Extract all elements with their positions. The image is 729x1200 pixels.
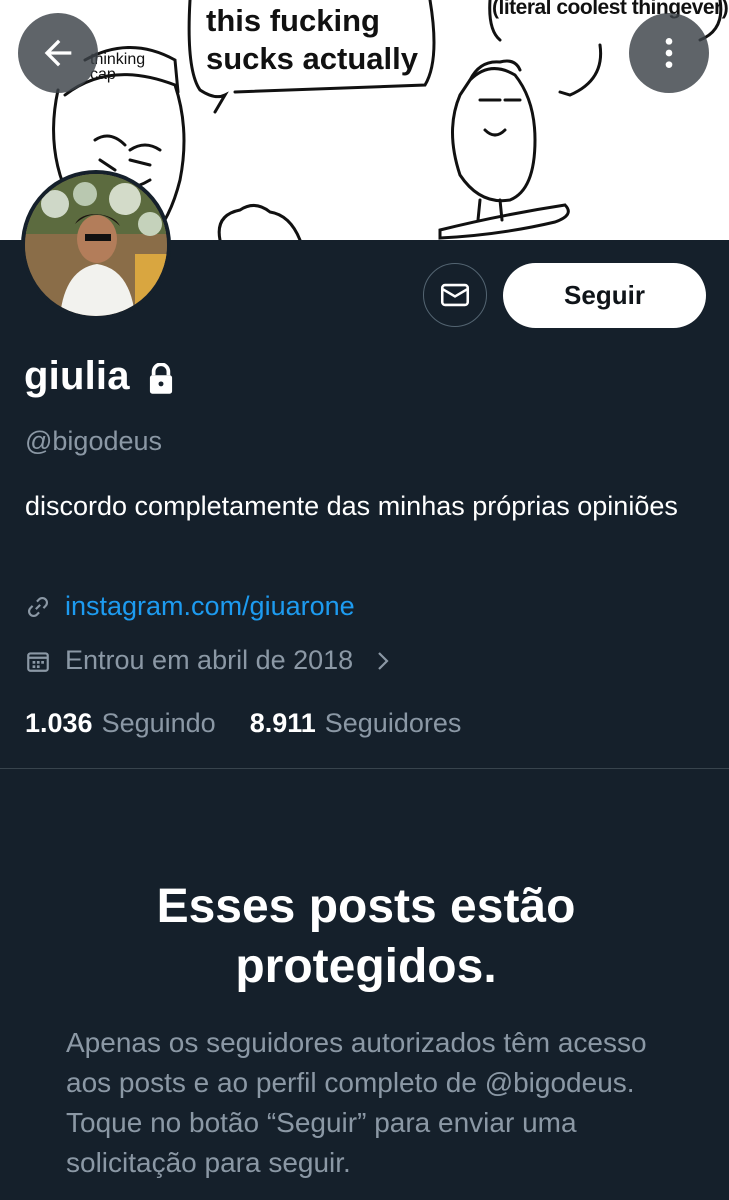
- profile-name-row: giulia: [24, 354, 176, 399]
- follow-stats: 1.036 Seguindo 8.911 Seguidores: [25, 708, 461, 739]
- following-stat[interactable]: 1.036 Seguindo: [25, 708, 216, 739]
- section-divider: [0, 768, 729, 769]
- banner-caption-text: (literal coolest thingever): [492, 0, 729, 19]
- avatar-photo: [25, 174, 167, 316]
- follow-button[interactable]: Seguir: [503, 263, 706, 328]
- avatar[interactable]: [21, 170, 171, 320]
- more-options-button[interactable]: [629, 13, 709, 93]
- calendar-icon: [27, 651, 49, 672]
- back-button[interactable]: [18, 13, 98, 93]
- lock-icon: [149, 362, 172, 394]
- following-label: Seguindo: [101, 708, 216, 738]
- followers-count: 8.911: [249, 708, 316, 738]
- profile-bio: discordo completamente das minhas própri…: [25, 491, 678, 521]
- followers-label: Seguidores: [324, 708, 462, 738]
- message-button[interactable]: [423, 263, 487, 327]
- protected-posts-title: Esses posts estão protegidos.: [156, 880, 576, 993]
- joined-text: Entrou em abril de 2018: [65, 645, 354, 675]
- followers-stat[interactable]: 8.911 Seguidores: [250, 708, 462, 739]
- profile-handle: @bigodeus: [25, 426, 163, 456]
- protected-posts-description: Apenas os seguidores autorizados têm ace…: [66, 1027, 647, 1178]
- following-count: 1.036: [25, 708, 93, 738]
- link-text[interactable]: instagram.com/giuarone: [65, 591, 355, 622]
- link-icon: [28, 596, 48, 617]
- banner-speech-text: this fucking sucks actually: [206, 3, 418, 76]
- profile-link[interactable]: instagram.com/giuarone: [25, 591, 355, 622]
- arrow-left-icon: [44, 39, 72, 67]
- chevron-right-icon: [378, 651, 389, 670]
- more-vertical-icon: [665, 38, 673, 68]
- banner-cap-label: thinking cap: [90, 51, 146, 83]
- display-name: giulia: [24, 354, 130, 398]
- envelope-icon: [440, 283, 470, 307]
- joined-date[interactable]: Entrou em abril de 2018: [25, 645, 393, 676]
